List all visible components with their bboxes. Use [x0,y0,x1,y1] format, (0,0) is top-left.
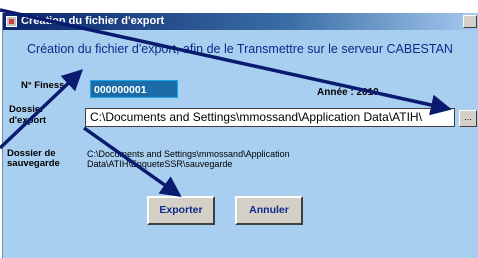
app-icon [6,16,17,27]
browse-button[interactable]: ... [459,110,477,127]
exporter-button[interactable]: Exporter [147,196,215,225]
window-control-button[interactable] [463,15,477,28]
annuler-button[interactable]: Annuler [235,196,303,225]
finess-label: N° Finess [21,80,65,91]
export-label-line1: Dossier [9,104,44,115]
export-path-field[interactable]: C:\Documents and Settings\mmossand\Appli… [85,108,455,127]
sauvegarde-path: C:\Documents and Settings\mmossand\Appli… [87,149,290,169]
title-bar[interactable]: Création du fichier d'export [3,13,478,30]
finess-field[interactable]: 000000001 [90,80,178,98]
dialog-heading: Création du fichier d'export, afin de le… [27,42,453,56]
window-title: Création du fichier d'export [21,15,165,27]
export-label-line2: d'export [9,115,47,126]
export-dialog: Création du fichier d'export Création du… [2,13,478,258]
sauvegarde-label-line2: sauvegarde [7,158,60,169]
annee-text: Année : 2010 [317,87,379,98]
